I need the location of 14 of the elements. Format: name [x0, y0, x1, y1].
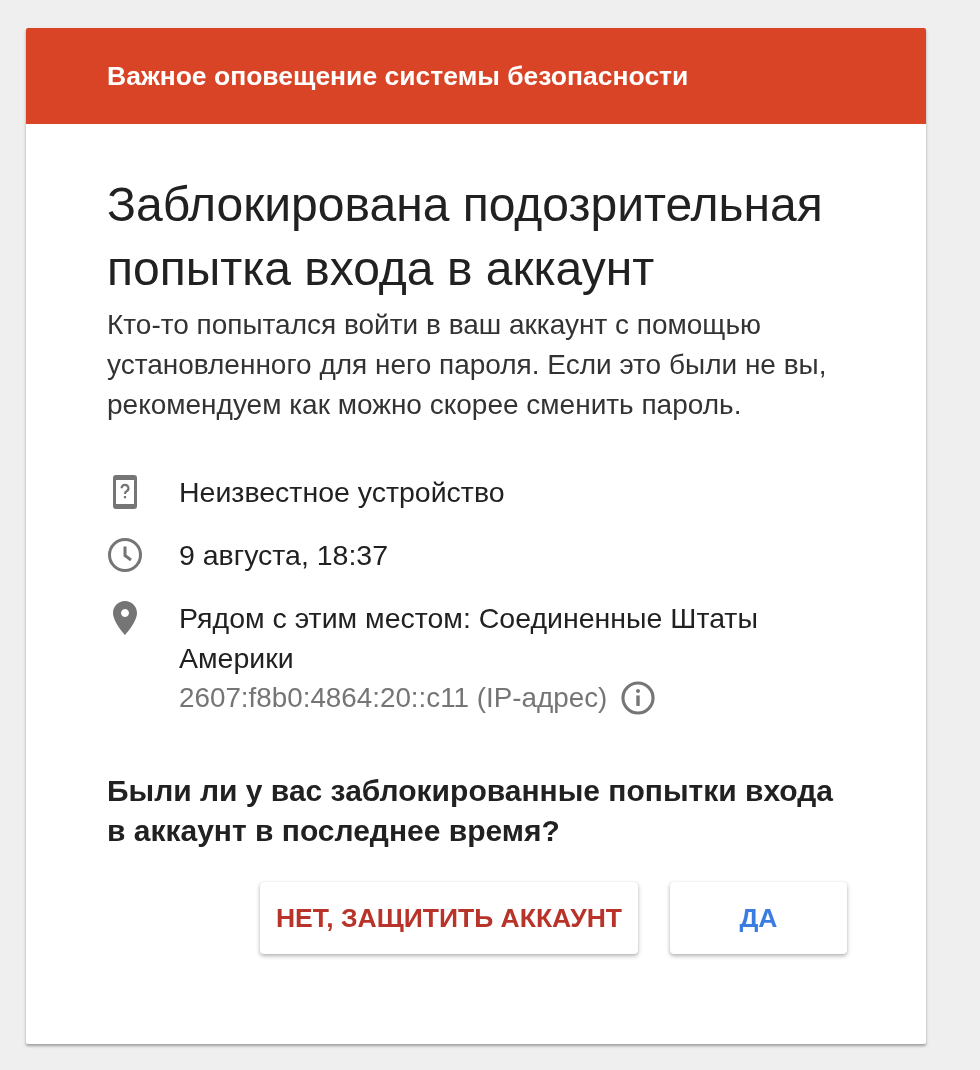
phone-question-icon — [113, 475, 137, 509]
question-text: Были ли у вас заблокированные попытки входа в аккаунт в последнее время? — [107, 773, 835, 849]
location-text: Рядом с этим местом: Соединенные Штаты Америки — [179, 601, 759, 676]
sign-in-time: 9 августа, 18:37 — [179, 538, 390, 573]
info-icon[interactable] — [621, 681, 656, 715]
confirm-button[interactable]: ДА — [670, 882, 847, 954]
alert-title: Важное оповещение системы безопасности — [107, 60, 689, 92]
location-pin-icon — [113, 601, 137, 635]
clock-icon — [108, 538, 142, 572]
device-name: Неизвестное устройство — [179, 475, 506, 510]
secure-account-button[interactable]: НЕТ, ЗАЩИТИТЬ АККАУНТ — [259, 882, 638, 954]
alert-heading: Заблокирована подозрительная попытка входа в аккаунт — [107, 177, 824, 297]
ip-address: 2607:f8b0:4864:20::c11 (IP-адрес) — [179, 681, 608, 715]
alert-description: Кто-то попытался войти в ваш аккаунт с помощью установленного для него пароля. Если это были не вы, рекомендуем как можно скорее сменить пароль. — [107, 308, 828, 422]
